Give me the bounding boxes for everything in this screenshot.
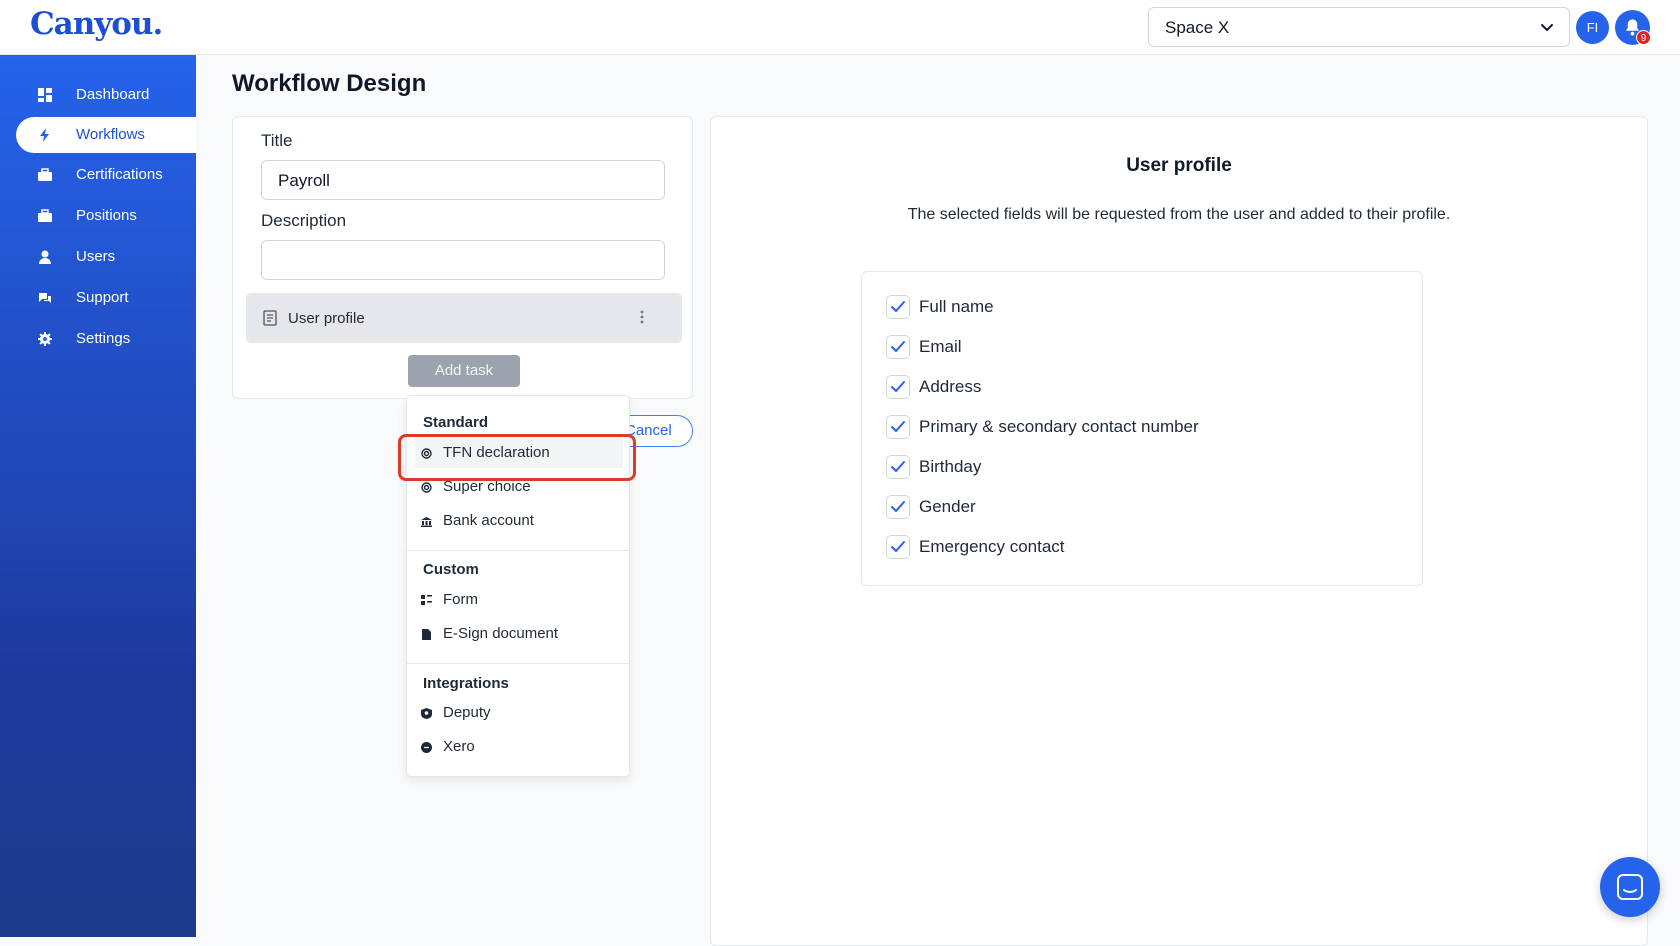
- field-label: Address: [919, 377, 982, 396]
- briefcase-icon: [38, 209, 52, 222]
- dashboard-icon: [38, 88, 52, 102]
- checkbox[interactable]: [886, 335, 910, 359]
- form-icon: [421, 595, 432, 605]
- field-label: Email: [919, 337, 962, 356]
- menu-item-e-sign-document[interactable]: E-Sign document: [415, 619, 623, 649]
- sidebar-item-certifications[interactable]: Certifications: [16, 157, 196, 193]
- chat-icon: [1617, 874, 1643, 900]
- sidebar-item-users[interactable]: Users: [16, 239, 196, 275]
- bank-icon: [421, 517, 432, 527]
- gear-icon: [38, 332, 52, 346]
- task-label: User profile: [288, 310, 365, 327]
- sidebar: Dashboard Workflows Certifications Posit…: [0, 55, 196, 937]
- menu-heading-standard: Standard: [423, 414, 489, 431]
- check-icon: [891, 501, 905, 512]
- panel-description: The selected fields will be requested fr…: [907, 206, 1451, 223]
- checkbox[interactable]: [886, 295, 910, 319]
- menu-item-label: Form: [443, 591, 478, 608]
- document-icon: [263, 310, 277, 326]
- checkbox[interactable]: [886, 455, 910, 479]
- workflow-form-card: Title Payroll Description User profile A…: [232, 116, 693, 399]
- space-select[interactable]: Space X: [1148, 7, 1570, 47]
- menu-heading-custom: Custom: [423, 561, 479, 578]
- sidebar-item-label: Dashboard: [76, 86, 150, 103]
- menu-item-bank-account[interactable]: Bank account: [415, 506, 623, 536]
- sidebar-item-label: Settings: [76, 330, 131, 347]
- user-icon: [39, 250, 51, 264]
- check-icon: [891, 301, 905, 312]
- menu-item-label: Xero: [443, 738, 475, 755]
- sidebar-item-settings[interactable]: Settings: [16, 321, 196, 357]
- menu-divider: [407, 663, 629, 664]
- menu-item-form[interactable]: Form: [415, 585, 623, 615]
- sidebar-item-label: Users: [76, 248, 116, 265]
- checkbox[interactable]: [886, 535, 910, 559]
- sidebar-item-label: Workflows: [76, 126, 145, 143]
- highlight-outline: [398, 434, 636, 481]
- task-detail-panel: User profile The selected fields will be…: [710, 116, 1648, 946]
- notification-badge: 9: [1636, 30, 1651, 45]
- checkbox[interactable]: [886, 415, 910, 439]
- menu-item-label: Deputy: [443, 704, 491, 721]
- sidebar-item-positions[interactable]: Positions: [16, 198, 196, 234]
- field-label: Full name: [919, 297, 994, 316]
- menu-item-deputy[interactable]: Deputy: [415, 698, 623, 728]
- sidebar-item-label: Certifications: [76, 166, 163, 183]
- sidebar-item-support[interactable]: Support: [16, 280, 196, 316]
- chevron-down-icon: [1541, 24, 1553, 31]
- space-select-value: Space X: [1165, 18, 1230, 37]
- description-label: Description: [261, 211, 347, 230]
- check-icon: [891, 541, 905, 552]
- check-icon: [891, 341, 905, 352]
- xero-logo-icon: [421, 742, 432, 753]
- app-logo[interactable]: Canyou.: [30, 6, 163, 42]
- deputy-logo-icon: [421, 708, 432, 719]
- check-icon: [891, 461, 905, 472]
- support-icon: [39, 293, 51, 303]
- check-icon: [891, 421, 905, 432]
- field-label: Emergency contact: [919, 537, 1065, 556]
- checkbox[interactable]: [886, 375, 910, 399]
- check-icon: [891, 381, 905, 392]
- sidebar-item-label: Positions: [76, 207, 137, 224]
- add-task-button[interactable]: Add task: [408, 355, 520, 387]
- top-bar: Canyou. Space X FI 9: [0, 0, 1680, 55]
- sidebar-item-workflows[interactable]: Workflows: [16, 117, 196, 153]
- field-label: Gender: [919, 497, 976, 516]
- menu-heading-integrations: Integrations: [423, 675, 509, 692]
- more-vertical-icon[interactable]: [640, 309, 644, 325]
- menu-item-label: Bank account: [443, 512, 534, 529]
- description-input[interactable]: [261, 240, 665, 280]
- sidebar-item-label: Support: [76, 289, 129, 306]
- document-icon: [422, 629, 431, 640]
- avatar[interactable]: FI: [1576, 11, 1609, 44]
- menu-item-label: E-Sign document: [443, 625, 559, 642]
- task-item-user-profile[interactable]: User profile: [246, 293, 682, 343]
- bolt-icon: [40, 128, 49, 142]
- menu-divider: [407, 550, 629, 551]
- panel-title: User profile: [1126, 155, 1232, 176]
- profile-fields-list: Full name Email Address Primary & second…: [861, 271, 1423, 586]
- sidebar-item-dashboard[interactable]: Dashboard: [16, 77, 196, 113]
- chat-launcher-button[interactable]: [1600, 857, 1660, 917]
- fingerprint-icon: [421, 482, 432, 493]
- title-label: Title: [261, 131, 293, 150]
- menu-item-xero[interactable]: Xero: [415, 732, 623, 762]
- field-label: Primary & secondary contact number: [919, 417, 1199, 436]
- briefcase-icon: [38, 168, 52, 181]
- checkbox[interactable]: [886, 495, 910, 519]
- page-title: Workflow Design: [232, 70, 427, 97]
- field-label: Birthday: [919, 457, 982, 476]
- title-input[interactable]: Payroll: [261, 160, 665, 200]
